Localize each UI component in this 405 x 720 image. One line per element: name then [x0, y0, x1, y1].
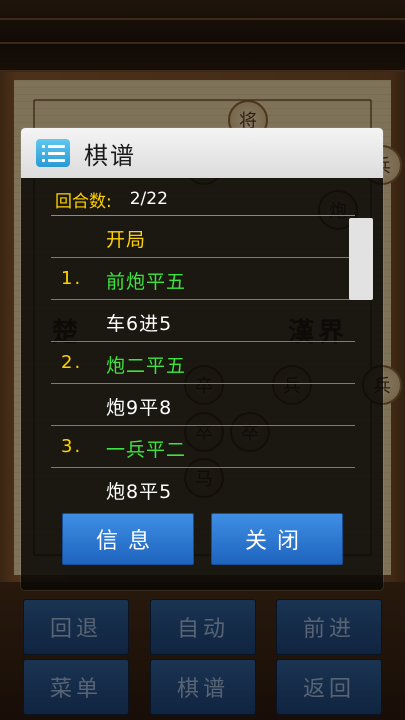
move-row[interactable]: 1. 前炮平五 [21, 258, 383, 300]
close-button[interactable]: 关闭 [211, 513, 343, 565]
move-number: 3. [61, 436, 83, 457]
move-text: 开局 [106, 229, 147, 251]
move-text: 炮二平五 [106, 355, 187, 377]
move-row[interactable]: 2. 炮二平五 [21, 342, 383, 384]
game-record-dialog: 棋谱 回合数: 2/22 开局 1. 前炮平五 车6进5 2. 炮二平五 炮9平… [21, 128, 383, 590]
move-text: 一兵平二 [106, 439, 187, 461]
list-icon [36, 139, 70, 167]
move-list[interactable]: 开局 1. 前炮平五 车6进5 2. 炮二平五 炮9平8 3. 一兵平二 炮8平… [21, 216, 383, 506]
move-row[interactable]: 车6进5 [21, 300, 383, 342]
move-text: 炮8平5 [106, 481, 173, 503]
dialog-header: 棋谱 [21, 128, 383, 178]
round-label: 回合数: [55, 191, 112, 212]
move-number: 1. [61, 268, 83, 289]
scrollbar-thumb[interactable] [349, 218, 373, 300]
move-text: 前炮平五 [106, 271, 187, 293]
move-number: 2. [61, 352, 83, 373]
move-text: 车6进5 [106, 313, 173, 335]
round-info: 回合数: 2/22 [21, 184, 383, 214]
move-text: 炮9平8 [106, 397, 173, 419]
move-row[interactable]: 炮9平8 [21, 384, 383, 426]
move-row[interactable]: 炮8平5 [21, 468, 383, 506]
move-row[interactable]: 开局 [21, 216, 383, 258]
round-value: 2/22 [129, 189, 168, 209]
dialog-title: 棋谱 [84, 141, 136, 170]
info-button[interactable]: 信息 [62, 513, 194, 565]
move-row[interactable]: 3. 一兵平二 [21, 426, 383, 468]
